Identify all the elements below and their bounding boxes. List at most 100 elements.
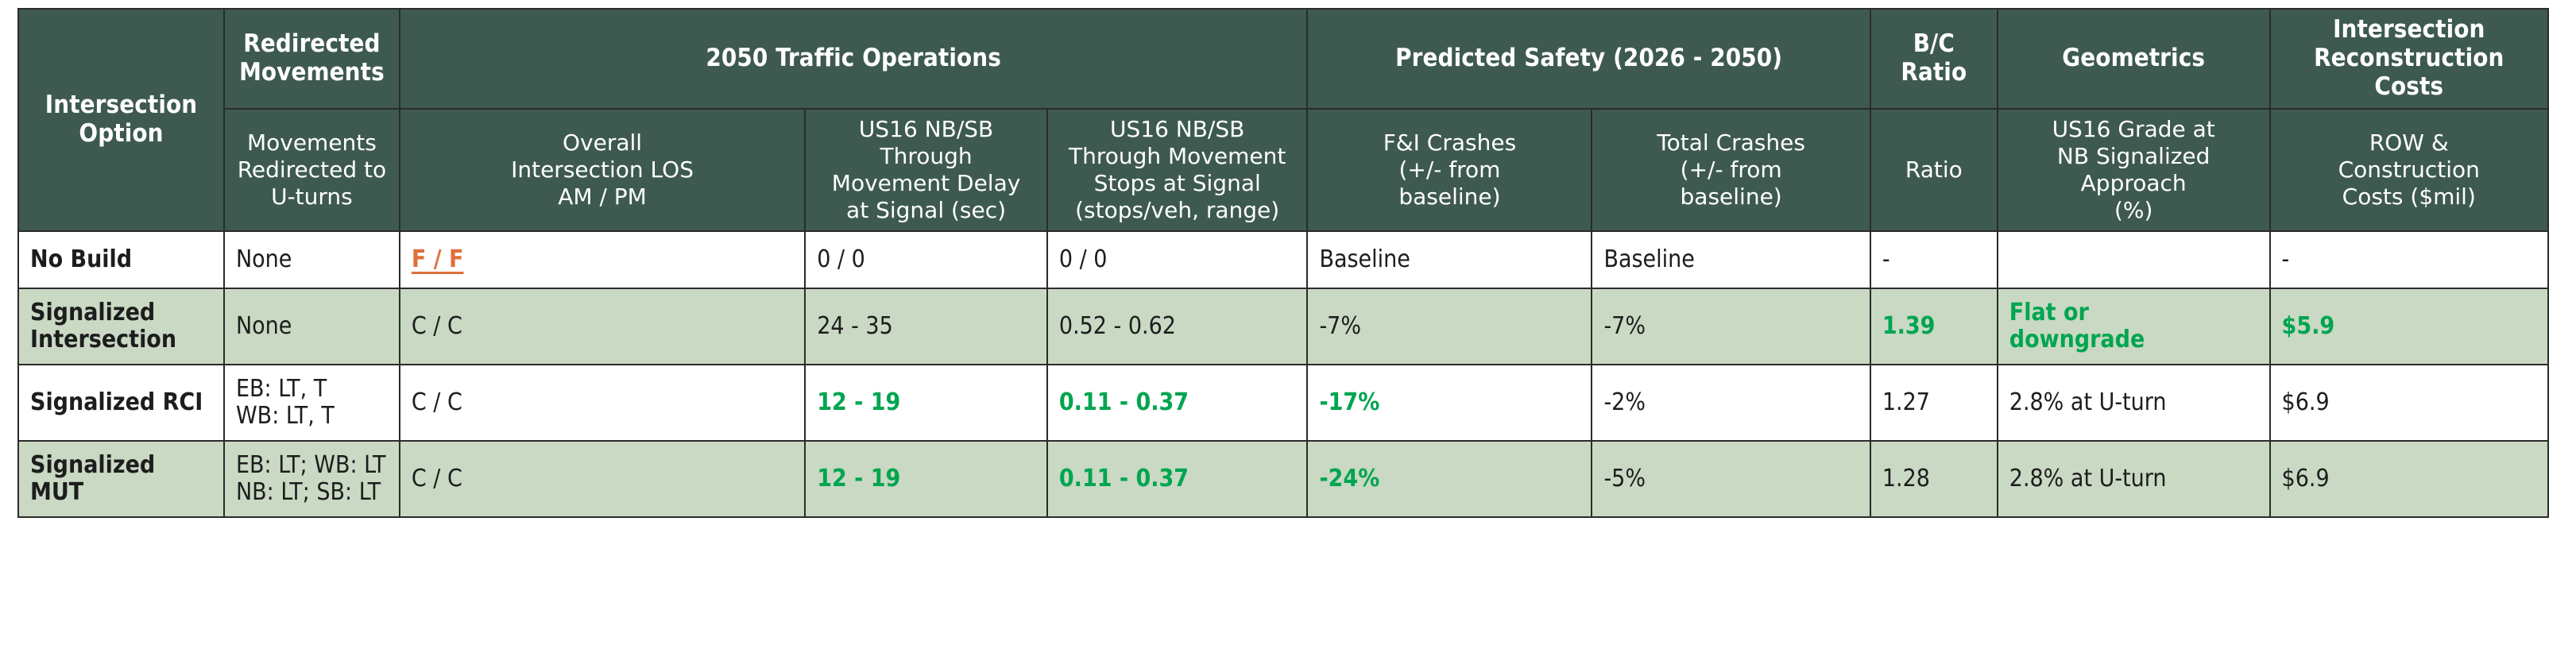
subheader-through-delay: US16 NB/SB Through Movement Delay at Signal… (804, 107, 1048, 233)
text-line: at Signal (sec) (846, 197, 1007, 224)
cell-overall-los: C / C (398, 364, 806, 442)
text-line: -2% (1603, 388, 1646, 417)
text-line: 0.11 - 0.37 (1058, 465, 1189, 493)
subheader-total-crashes: Total Crashes (+/- from baseline) (1591, 107, 1871, 233)
cell-us16-grade (1996, 230, 2271, 290)
text-line: 12 - 19 (817, 388, 901, 417)
text-line: $6.9 (2281, 388, 2330, 417)
text-line: Through Movement (1068, 143, 1286, 170)
text-line: EB: LT, T (235, 374, 327, 403)
highlight-negative: F / F (412, 245, 793, 274)
header-bc-ratio: B/C Ratio (1869, 8, 1998, 110)
text-line: baseline) (1680, 183, 1782, 210)
text-line: Reconstruction (2314, 43, 2504, 72)
cell-overall-los: C / C (398, 440, 806, 519)
text-line: WB: LT, T (235, 402, 335, 431)
cell-total-crashes: -5% (1591, 440, 1871, 519)
text-line: 24 - 35 (817, 312, 893, 341)
table-header: Intersection Option Redirected Movements 205… (17, 7, 2550, 233)
cell-costs: $6.9 (2269, 364, 2550, 442)
text-line: 0.11 - 0.37 (1058, 388, 1189, 417)
text-line: Flat or (2009, 298, 2089, 326)
table-row: Signalized Intersection None C / C 24 - 35 0.… (17, 288, 2550, 366)
highlight-positive: Flat or downgrade (2009, 299, 2258, 355)
text-line: Signalized RCI (30, 388, 203, 417)
text-line: Approach (2080, 170, 2187, 197)
header-row-sub: Movements Redirected to U-turns Overall Inte… (18, 107, 2550, 233)
text-line: (+/- from (1680, 156, 1782, 183)
text-line: Overall (563, 129, 643, 156)
subheader-ratio: Ratio (1869, 107, 1998, 233)
text-line: Through (880, 143, 973, 170)
highlight-positive: 0.11 - 0.37 (1059, 465, 1296, 493)
subheader-row-construction-costs: ROW & Construction Costs ($mil) (2269, 107, 2550, 233)
text-line: Option (79, 119, 164, 149)
text-line: -17% (1319, 388, 1380, 417)
cell-total-crashes: -2% (1591, 364, 1871, 442)
cell-redirected-movements: None (222, 288, 400, 366)
text-line: EB: LT; WB: LT (235, 450, 386, 479)
highlight-positive: 1.39 (1882, 312, 1986, 341)
text-line: -7% (1603, 312, 1646, 341)
cell-us16-grade: 2.8% at U-turn (1996, 364, 2271, 442)
table-row: No Build None F / F 0 / 0 0 / 0 Baseline Basel… (17, 230, 2550, 290)
text-line: F&I Crashes (1383, 129, 1517, 156)
cell-redirected-movements: None (222, 230, 400, 290)
text-line: Ratio (1901, 57, 1967, 87)
text-line: downgrade (2009, 326, 2145, 354)
text-line: 2.8% at U-turn (2009, 465, 2167, 493)
cell-bc-ratio: 1.27 (1869, 364, 1998, 442)
cell-through-stops: 0.52 - 0.62 (1046, 288, 1309, 366)
header-traffic-operations: 2050 Traffic Operations (398, 8, 1309, 110)
text-line: B/C (1913, 29, 1955, 58)
text-line: Ratio (1905, 156, 1963, 183)
text-line: Redirected (243, 29, 381, 58)
cell-us16-grade: 2.8% at U-turn (1996, 440, 2271, 519)
text-line: Intersection (2333, 15, 2485, 44)
cell-option: Signalized RCI (17, 364, 225, 442)
header-predicted-safety: Predicted Safety (2026 - 2050) (1306, 8, 1871, 110)
table-row: Signalized MUT EB: LT; WB: LT NB: LT; SB: … (17, 440, 2550, 519)
text-line: Costs ($mil) (2342, 183, 2476, 210)
text-line: Movement Delay (831, 170, 1021, 197)
highlight-positive: 12 - 19 (817, 465, 1035, 493)
cell-through-stops: 0 / 0 (1046, 230, 1309, 290)
cell-costs: - (2269, 230, 2550, 290)
cell-through-stops: 0.11 - 0.37 (1046, 440, 1309, 519)
header-intersection-option: Intersection Option (17, 7, 225, 233)
table-body: No Build None F / F 0 / 0 0 / 0 Baseline Basel… (17, 230, 2550, 519)
cell-overall-los: F / F (398, 230, 806, 290)
cell-option: No Build (17, 230, 225, 290)
text-line: Movements (246, 129, 377, 156)
text-line: Geometrics (2062, 43, 2206, 72)
text-line: None (235, 312, 292, 341)
text-line: (%) (2114, 197, 2153, 224)
cell-through-delay: 12 - 19 (804, 440, 1048, 519)
cell-through-stops: 0.11 - 0.37 (1046, 364, 1309, 442)
text-line: Stops at Signal (1093, 170, 1261, 197)
intersection-comparison-table: Intersection Option Redirected Movements 205… (17, 7, 2550, 519)
cell-fi-crashes: -7% (1306, 288, 1593, 366)
text-line: -7% (1319, 312, 1361, 341)
comparison-matrix-sheet: Intersection Option Redirected Movements 205… (0, 0, 2576, 645)
text-line: Movements (239, 57, 385, 87)
text-line: - (1882, 245, 1890, 274)
cell-redirected-movements: EB: LT; WB: LT NB: LT; SB: LT (222, 440, 400, 519)
text-line: C / C (411, 312, 462, 341)
cell-option: Signalized MUT (17, 440, 225, 519)
text-line: Baseline (1319, 245, 1410, 274)
header-reconstruction-costs: Intersection Reconstruction Costs (2269, 8, 2550, 110)
text-line: None (235, 245, 292, 274)
text-line: Total Crashes (1657, 129, 1805, 156)
subheader-fi-crashes: F&I Crashes (+/- from baseline) (1306, 107, 1593, 233)
text-line: $5.9 (2281, 312, 2335, 341)
subheader-through-stops: US16 NB/SB Through Movement Stops at Signa… (1046, 107, 1309, 233)
cell-us16-grade: Flat or downgrade (1996, 288, 2271, 366)
text-line: 1.28 (1882, 465, 1930, 493)
cell-costs: $6.9 (2269, 440, 2550, 519)
text-line: 0 / 0 (817, 245, 865, 274)
cell-through-delay: 24 - 35 (804, 288, 1048, 366)
highlight-positive: 0.11 - 0.37 (1058, 388, 1296, 417)
text-line: C / C (411, 388, 462, 417)
cell-bc-ratio: 1.39 (1869, 288, 1998, 366)
